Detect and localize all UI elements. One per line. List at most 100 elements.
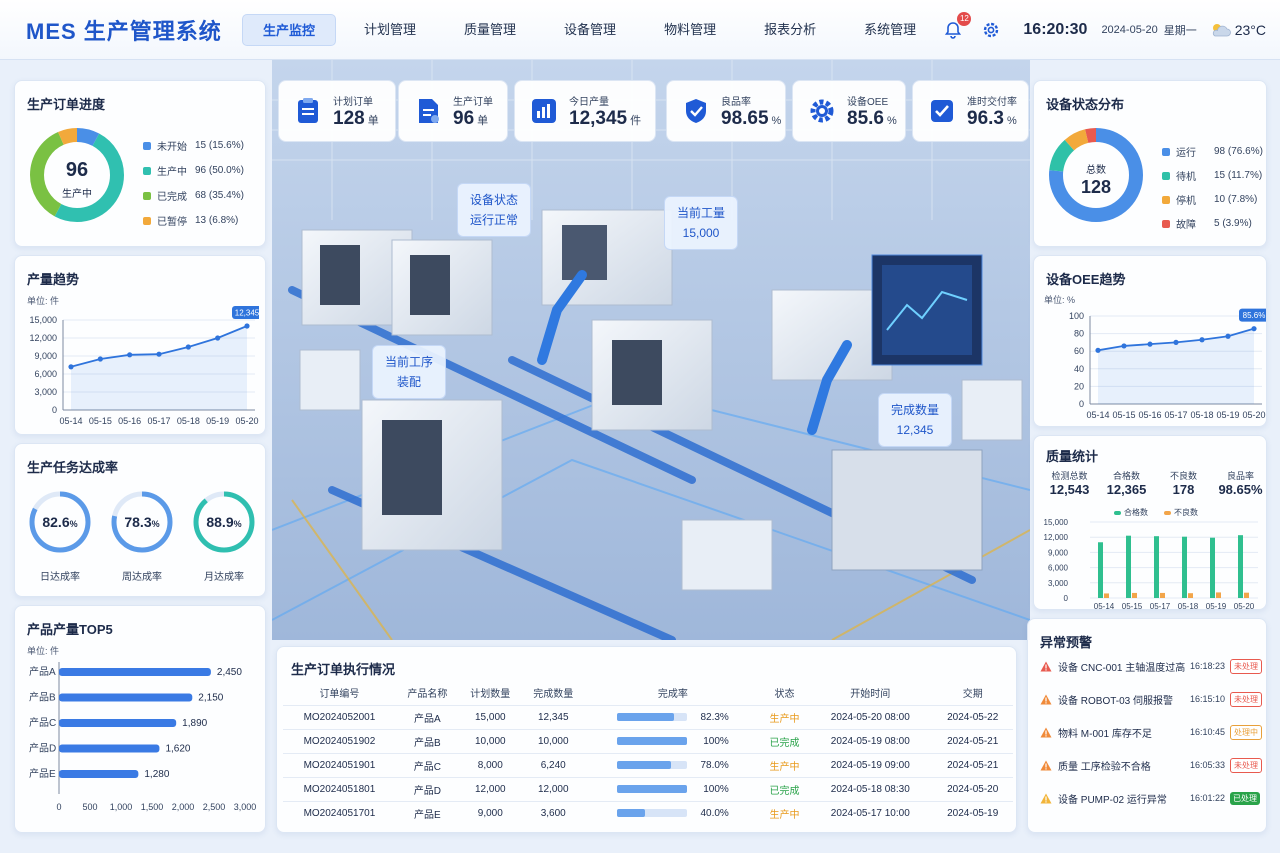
kpi-card-4[interactable]: 设备OEE 85.6% [792, 80, 906, 142]
donut-center-label: 生产中 [62, 189, 92, 200]
last-value-label: 85.6% [1243, 311, 1266, 320]
progress-text: 40.0% [700, 807, 729, 819]
bar-不良数 [1244, 592, 1249, 598]
warning-icon [1040, 694, 1052, 704]
alert-item[interactable]: 设备 CNC-001 主轴温度过高 16:18:23 未处理 [1040, 655, 1270, 677]
nav-tab-0[interactable]: 生产监控 [242, 13, 337, 46]
alert-item[interactable]: 质量 工序检验不合格 16:05:33 未处理 [1040, 754, 1270, 776]
table-row[interactable]: MO2024052001 产品A 15,000 12,345 82.3% 生产中 2024-… [283, 704, 1013, 729]
kpi-card-0[interactable]: 计划订单 128 单 [278, 80, 396, 142]
kpi-value: 96.3% [967, 108, 1017, 130]
nav-tab-6[interactable]: 系统管理 [844, 14, 936, 46]
kpi-unit: 单 [367, 114, 379, 127]
notification-bell-icon[interactable]: 12 [943, 12, 972, 40]
y-tick-label: 6,000 [1048, 564, 1069, 573]
alert-item[interactable]: 物料 M-001 库存不足 16:10:45 处理中 [1040, 721, 1270, 743]
data-point [68, 364, 74, 370]
nav-tab-1[interactable]: 计划管理 [344, 14, 436, 46]
alert-time: 16:18:23 [1190, 661, 1226, 671]
data-point [185, 344, 191, 350]
cell-text: 产品B [414, 737, 441, 749]
callout-current-workload: 当前工量 15,000 [664, 196, 739, 250]
nav-tab-3[interactable]: 设备管理 [544, 14, 636, 46]
alert-status-badge: 已处理 [1230, 791, 1260, 805]
callout-completed-quantity: 完成数量 12,345 [878, 393, 953, 447]
orders-table: 订单编号 产品名称 计划数量 完成数量 完成率 状态 开始时间 交期 MO2024052001… [283, 681, 1013, 825]
warning-icon [1040, 661, 1052, 671]
x-tick-label: 05-15 [1112, 410, 1135, 420]
nav-tab-5[interactable]: 报表分析 [744, 14, 836, 46]
alert-item[interactable]: 设备 ROBOT-03 伺服报警 16:15:10 未处理 [1040, 688, 1270, 710]
cell-text: 2024-05-18 08:30 [830, 783, 910, 795]
bar-value-label: 1,280 [144, 769, 169, 780]
bar-value-label: 1,620 [165, 744, 190, 755]
oee-trend-title: 设备OEE趋势 [1046, 272, 1126, 287]
bar-合格数 [1154, 536, 1159, 598]
y-tick-label: 12,000 [1044, 533, 1069, 542]
table-cell-product: 产品C [395, 752, 459, 777]
bar [59, 693, 193, 702]
data-point [1199, 337, 1205, 343]
kpi-card-3[interactable]: 良品率 98.65% [666, 80, 786, 142]
kpi-value: 128 单 [333, 108, 379, 130]
x-tick-label: 05-18 [1190, 410, 1213, 420]
bar-不良数 [1132, 592, 1137, 598]
x-tick-label: 0 [56, 802, 61, 812]
kpi-text: 生产订单 96 单 [453, 93, 493, 130]
notification-count-badge: 12 [957, 12, 972, 26]
ring-value: 78.3% [109, 514, 175, 530]
x-tick-label: 05-15 [89, 416, 112, 426]
top5-panel: 产品产量TOP5 单位: 件 0 500 1,000 1,500 2,000 2,500 3… [14, 605, 266, 833]
kpi-card-2[interactable]: 今日产量 12,345 件 [514, 80, 656, 142]
settings-gear-icon[interactable] [981, 20, 1001, 40]
orders-table-panel: 生产订单执行情况 订单编号 产品名称 计划数量 完成数量 完成率 状态 开始时间 交期 MO2… [276, 646, 1017, 833]
x-tick-label: 500 [82, 802, 97, 812]
y-tick-label: 0 [52, 405, 57, 415]
kpi-card-1[interactable]: 生产订单 96 单 [398, 80, 508, 142]
x-tick-label: 05-14 [1094, 602, 1115, 610]
table-cell-start: 2024-05-19 09:00 [808, 752, 933, 777]
equipment-status-panel: 设备状态分布 总数 128 运行 98 (76.6%) 待机 15 (11.7%) 停机… [1033, 80, 1267, 247]
table-row[interactable]: MO2024051701 产品E 9,000 3,600 40.0% 生产中 2024-05… [283, 800, 1013, 825]
alert-status-badge: 未处理 [1230, 658, 1262, 674]
warning-icon [1040, 727, 1052, 737]
top5-title: 产品产量TOP5 [27, 622, 113, 637]
ring-number: 78.3 [124, 514, 152, 530]
kpi-number: 85.6 [847, 107, 884, 129]
table-row[interactable]: MO2024051801 产品D 12,000 12,000 100% 已完成 2024-0… [283, 776, 1013, 801]
y-tick-label: 0 [1064, 594, 1069, 603]
progress-text: 78.0% [700, 759, 729, 771]
cell-text: 已完成 [769, 737, 800, 749]
x-tick-label: 05-15 [1122, 602, 1143, 610]
kpi-text: 准时交付率 96.3% [967, 93, 1017, 130]
bar-value-label: 2,150 [198, 693, 223, 704]
weather: 23°C [1209, 22, 1266, 38]
table-cell-due: 2024-05-19 [932, 800, 1013, 825]
table-cell-start: 2024-05-17 10:00 [808, 800, 933, 825]
table-header-cell: 开始时间 [850, 689, 891, 701]
table-cell-start: 2024-05-18 08:30 [808, 776, 933, 801]
kpi-unit: % [886, 114, 897, 127]
progress-bar [616, 809, 687, 818]
quality-stat-label: 良品率 [1226, 471, 1254, 481]
legend-value: 68 (35.4%) [195, 190, 244, 201]
table-row[interactable]: MO2024051902 产品B 10,000 10,000 100% 已完成 2024-0… [283, 728, 1013, 753]
order-progress-title: 生产订单进度 [27, 97, 106, 112]
kpi-label: 良品率 [721, 96, 751, 108]
legend-label: 生产中 [157, 167, 187, 178]
equipment-total-value: 128 [1080, 177, 1112, 197]
ring-label: 月达成率 [204, 572, 244, 583]
nav-tab-2[interactable]: 质量管理 [444, 14, 536, 46]
legend-value: 98 (76.6%) [1214, 146, 1263, 157]
x-tick-label: 05-14 [1086, 410, 1109, 420]
ring-percent-sign: % [151, 519, 160, 529]
table-cell-rate: 40.0% [584, 800, 761, 825]
alert-item[interactable]: 设备 PUMP-02 运行异常 16:01:22 已处理 [1040, 787, 1270, 809]
alerts-panel: 异常预警 设备 CNC-001 主轴温度过高 16:18:23 未处理 设备 ROBO… [1027, 618, 1267, 833]
nav-tab-4[interactable]: 物料管理 [644, 14, 736, 46]
category-label: 产品C [29, 716, 56, 729]
top-header: MES 生产管理系统 生产监控 计划管理 质量管理 设备管理 物料管理 报表分析 系统管理 … [0, 0, 1280, 60]
kpi-card-5[interactable]: 准时交付率 96.3% [912, 80, 1029, 142]
table-row[interactable]: MO2024051901 产品C 8,000 6,240 78.0% 生产中 2024-05… [283, 752, 1013, 777]
orders-table-title: 生产订单执行情况 [291, 662, 396, 677]
